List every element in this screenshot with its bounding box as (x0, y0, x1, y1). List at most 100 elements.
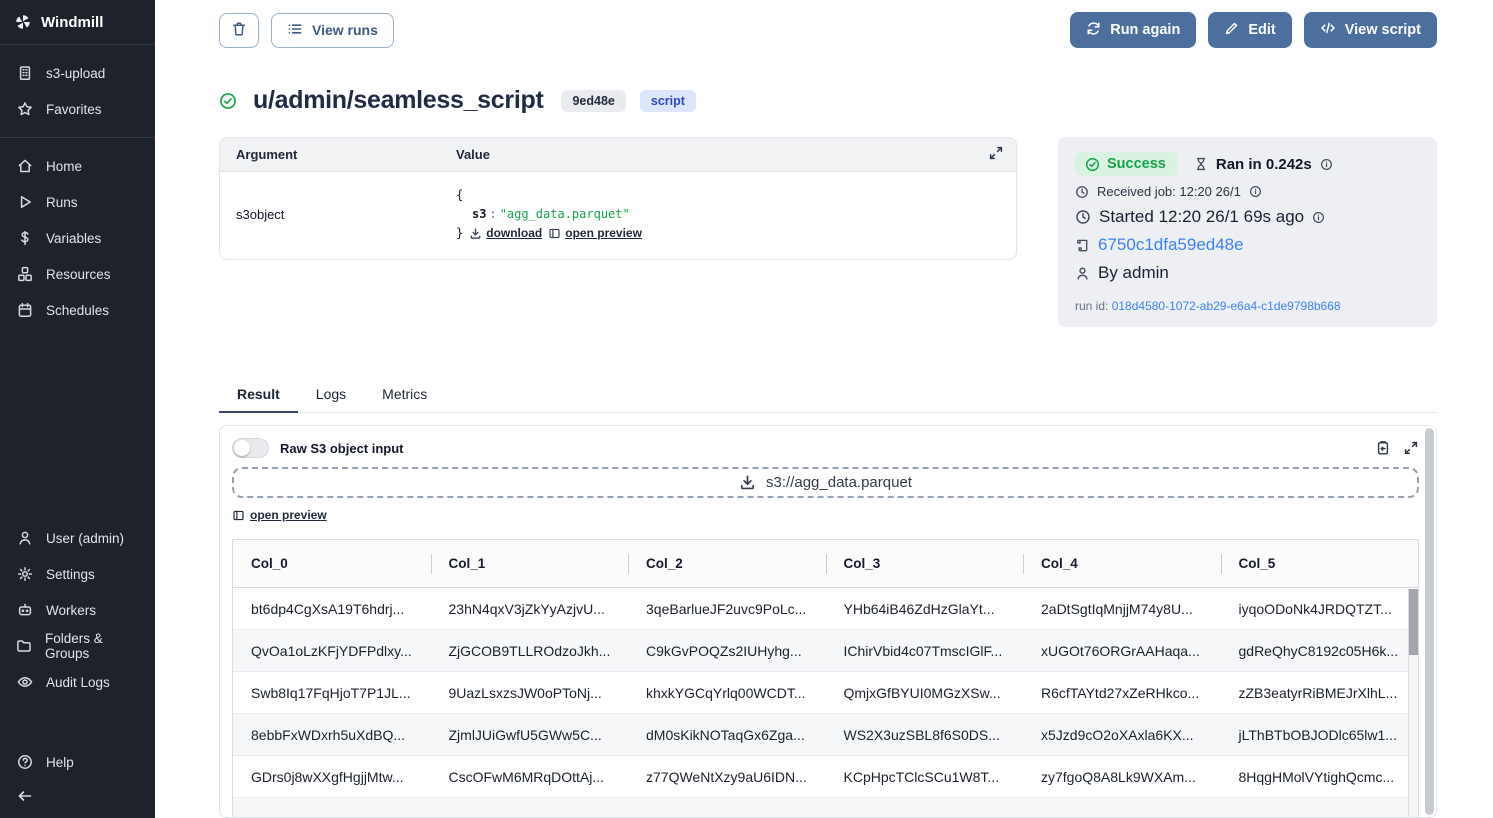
sidebar-spacer (0, 338, 155, 510)
tab-logs[interactable]: Logs (298, 377, 364, 412)
argument-column-header: Argument (236, 147, 456, 162)
status-panel: Success Ran in 0.242s Received job: 12:2… (1058, 137, 1437, 327)
code-icon (1320, 20, 1336, 40)
column-header-col-1: Col_1 (431, 540, 629, 588)
version-hash-badge: 9ed48e (561, 90, 625, 112)
tab-result[interactable]: Result (219, 377, 298, 412)
table-cell: YHb64iB46ZdHzGlaYt... (826, 588, 1024, 630)
sidebar-item-help[interactable]: Help (0, 744, 155, 780)
star-icon (16, 101, 33, 118)
sidebar-item-settings[interactable]: Settings (0, 556, 155, 592)
play-icon (16, 194, 33, 211)
job-hash-link[interactable]: 6750c1dfa59ed48e (1098, 235, 1244, 255)
json-colon: : (486, 207, 499, 221)
argument-name: s3object (236, 207, 456, 222)
column-header-col-2: Col_2 (628, 540, 826, 588)
argument-value-json: { s3:"agg_data.parquet" } download (456, 186, 642, 243)
run-again-button[interactable]: Run again (1070, 12, 1196, 48)
json-open-brace: { (456, 186, 642, 205)
table-cell: iyqoODoNk4JRDQTZT... (1221, 588, 1419, 630)
sidebar-item-folders-groups[interactable]: Folders & Groups (0, 628, 155, 664)
sidebar-item-label: Runs (46, 195, 78, 210)
sidebar-item-resources[interactable]: Resources (0, 256, 155, 292)
sidebar-item-user-admin[interactable]: User (admin) (0, 520, 155, 556)
view-runs-button[interactable]: View runs (271, 13, 394, 48)
sidebar-item-workers[interactable]: Workers (0, 592, 155, 628)
refresh-icon (1086, 21, 1101, 40)
sidebar-item-label: Help (46, 755, 74, 770)
by-admin-text: By admin (1098, 263, 1169, 283)
table-cell: zZB3eatyrRiBMEJrXlhL... (1221, 672, 1419, 714)
status-line-started: Started 12:20 26/1 69s ago (1075, 207, 1420, 227)
table-cell (1023, 798, 1221, 818)
toolbar: View runs Run again Edit (219, 12, 1437, 48)
table-scrollbar[interactable] (1408, 589, 1418, 818)
view-script-button[interactable]: View script (1304, 12, 1437, 48)
table-cell (431, 798, 629, 818)
status-line-job: 6750c1dfa59ed48e (1075, 235, 1420, 255)
copy-clipboard-icon[interactable] (1375, 440, 1391, 456)
sidebar-item-s3-upload[interactable]: s3-upload (0, 55, 155, 91)
table-header-row: Col_0Col_1Col_2Col_3Col_4Col_5 (233, 540, 1418, 588)
table-cell: CscOFwM6MRqDOttAj... (431, 756, 629, 798)
download-icon (739, 474, 756, 491)
status-line-by: By admin (1075, 263, 1420, 283)
sidebar-item-label: Favorites (46, 102, 102, 117)
arguments-header: Argument Value (220, 138, 1016, 172)
gear-icon (16, 566, 33, 583)
info-icon[interactable] (1320, 158, 1333, 171)
tab-metrics[interactable]: Metrics (364, 377, 445, 412)
expand-icon[interactable] (1403, 440, 1419, 456)
sidebar-item-runs[interactable]: Runs (0, 184, 155, 220)
result-panel-header: Raw S3 object input (232, 438, 1419, 458)
success-label: Success (1107, 156, 1166, 172)
s3-download-box[interactable]: s3://agg_data.parquet (232, 467, 1419, 498)
raw-s3-toggle-row: Raw S3 object input (232, 438, 404, 458)
open-preview-link[interactable]: open preview (548, 224, 642, 243)
check-circle-icon (1085, 157, 1100, 172)
expand-icon[interactable] (988, 145, 1004, 164)
hourglass-icon (1194, 157, 1208, 171)
download-link[interactable]: download (469, 224, 542, 243)
scroll-icon (1075, 238, 1090, 253)
table-cell: z77QWeNtXzy9aU6IDN... (628, 756, 826, 798)
clock-icon (1075, 185, 1089, 199)
open-preview-link[interactable]: open preview (232, 508, 327, 522)
person-icon (1075, 266, 1090, 281)
table-cell: 9UazLsxzsJW0oPToNj... (431, 672, 629, 714)
sidebar-item-audit-logs[interactable]: Audit Logs (0, 664, 155, 700)
collapse-sidebar-button[interactable] (0, 780, 155, 812)
sidebar-item-schedules[interactable]: Schedules (0, 292, 155, 328)
brand[interactable]: Windmill (0, 0, 155, 44)
table-cell: xUGOt76ORGrAAHaqa... (1023, 630, 1221, 672)
table-row-partial (233, 798, 1418, 818)
run-id-link[interactable]: 018d4580-1072-ab29-e6a4-c1de9798b668 (1112, 299, 1341, 313)
table-cell: WS2X3uzSBL8f6S0DS... (826, 714, 1024, 756)
table-scrollbar-thumb[interactable] (1409, 589, 1418, 655)
sidebar-item-favorites[interactable]: Favorites (0, 91, 155, 127)
bot-icon (16, 602, 33, 619)
sidebar-item-home[interactable]: Home (0, 148, 155, 184)
sidebar-item-variables[interactable]: Variables (0, 220, 155, 256)
run-id-line: run id: 018d4580-1072-ab29-e6a4-c1de9798… (1075, 299, 1420, 313)
sidebar-item-label: Audit Logs (46, 675, 110, 690)
table-cell: R6cfTAYtd27xZeRHkco... (1023, 672, 1221, 714)
edit-button[interactable]: Edit (1208, 12, 1291, 48)
windmill-logo-icon (14, 14, 31, 31)
table-cell: gdReQhyC8192c05H6k... (1221, 630, 1419, 672)
s3-path-label: s3://agg_data.parquet (766, 474, 912, 491)
table-cell: GDrs0j8wXXgfHgjjMtw... (233, 756, 431, 798)
raw-s3-toggle[interactable] (232, 438, 269, 458)
table-cell: 8HqgHMolVYtighQcmc... (1221, 756, 1419, 798)
status-line-received: Received job: 12:20 26/1 (1075, 184, 1420, 199)
table-cell: jLThBTbOBJODlc65lw1... (1221, 714, 1419, 756)
sidebar-item-label: Home (46, 159, 82, 174)
result-panel: Raw S3 object input s3://agg_data.parque… (219, 425, 1437, 818)
delete-button[interactable] (219, 13, 259, 48)
value-column-header: Value (456, 147, 490, 162)
info-icon[interactable] (1312, 211, 1325, 224)
argument-row: s3object { s3:"agg_data.parquet" } downl… (220, 172, 1016, 259)
result-panel-scrollbar[interactable] (1425, 428, 1434, 815)
table-cell: ZjGCOB9TLLROdzoJkh... (431, 630, 629, 672)
info-icon[interactable] (1249, 185, 1262, 198)
